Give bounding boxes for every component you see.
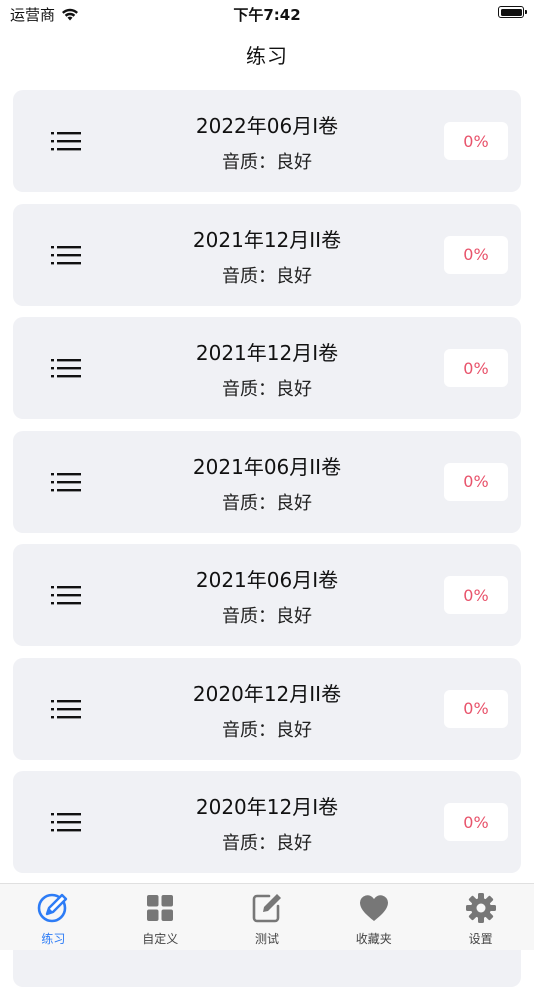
tab-label: 练习	[41, 932, 66, 946]
edit-icon	[250, 891, 284, 925]
tab-practice[interactable]: 练习	[0, 884, 107, 950]
paper-list: 2022年06月I卷 音质：良好 0% 2021年12月II卷 音质：良好 0%…	[13, 90, 521, 998]
battery-icon	[498, 6, 527, 18]
paper-card[interactable]: 2021年12月I卷 音质：良好 0%	[13, 317, 521, 419]
status-time: 下午7:42	[233, 6, 301, 24]
tab-settings[interactable]: 设置	[427, 884, 534, 950]
status-bar: 运营商 下午7:42	[0, 0, 534, 28]
progress-badge: 0%	[444, 349, 508, 387]
paper-card[interactable]: 2021年06月I卷 音质：良好 0%	[13, 544, 521, 646]
heart-icon	[357, 891, 391, 925]
paper-card[interactable]: 2020年12月II卷 音质：良好 0%	[13, 657, 521, 760]
grid-icon	[143, 891, 177, 925]
tab-bar: 练习 自定义 测试 收藏夹 设置	[0, 883, 534, 950]
tab-label: 自定义	[142, 932, 179, 946]
progress-badge: 0%	[444, 689, 508, 728]
paper-card[interactable]: 2021年06月II卷 音质：良好 0%	[13, 430, 521, 533]
tab-label: 设置	[468, 932, 493, 946]
tab-label: 测试	[254, 932, 279, 946]
paper-card[interactable]: 2020年12月I卷 音质：良好 0%	[13, 771, 521, 873]
tab-custom[interactable]: 自定义	[107, 884, 214, 950]
tab-favorites[interactable]: 收藏夹	[320, 884, 427, 950]
page-title: 练习	[246, 44, 288, 68]
progress-badge: 0%	[444, 235, 508, 274]
progress-badge: 0%	[444, 122, 508, 160]
pen-circle-icon	[36, 891, 70, 925]
progress-badge: 0%	[444, 576, 508, 614]
tab-label: 收藏夹	[355, 932, 392, 946]
gear-icon	[464, 891, 498, 925]
paper-card[interactable]: 2021年12月II卷 音质：良好 0%	[13, 203, 521, 306]
paper-card[interactable]: 2022年06月I卷 音质：良好 0%	[13, 90, 521, 192]
progress-badge: 0%	[444, 803, 508, 841]
tab-test[interactable]: 测试	[214, 884, 321, 950]
progress-badge: 0%	[444, 462, 508, 501]
